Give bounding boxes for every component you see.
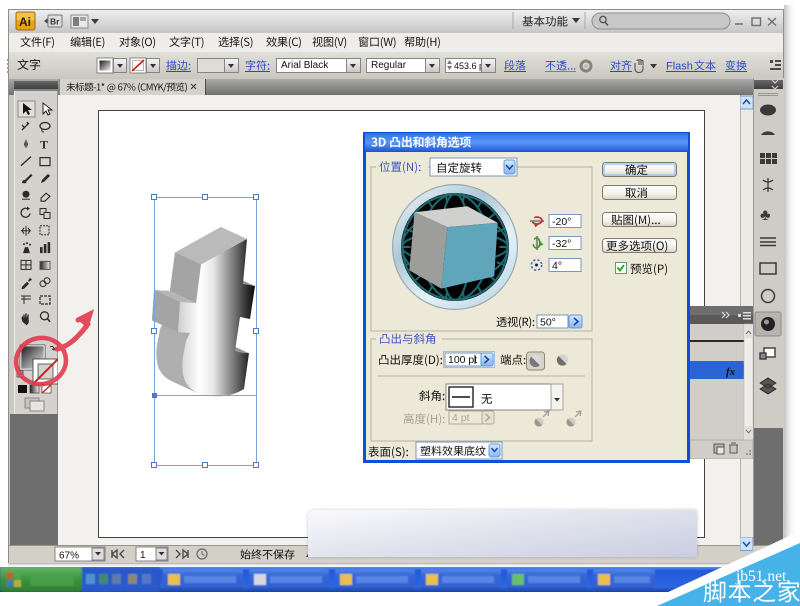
svg-text:jb51.net: jb51.net	[735, 568, 787, 585]
svg-text:♣: ♣	[760, 207, 771, 224]
svg-text:4 pt: 4 pt	[452, 412, 470, 424]
svg-text:fx: fx	[726, 366, 736, 378]
svg-text:1: 1	[140, 550, 146, 561]
svg-text:-32°: -32°	[552, 238, 571, 250]
svg-text:-20°: -20°	[552, 216, 571, 228]
svg-text:100 pt: 100 pt	[448, 354, 477, 366]
svg-text:Br: Br	[50, 17, 60, 27]
svg-text:4°: 4°	[552, 260, 562, 272]
svg-text:50°: 50°	[540, 317, 556, 329]
svg-text:T: T	[40, 137, 48, 151]
svg-text:Ai: Ai	[19, 15, 31, 29]
